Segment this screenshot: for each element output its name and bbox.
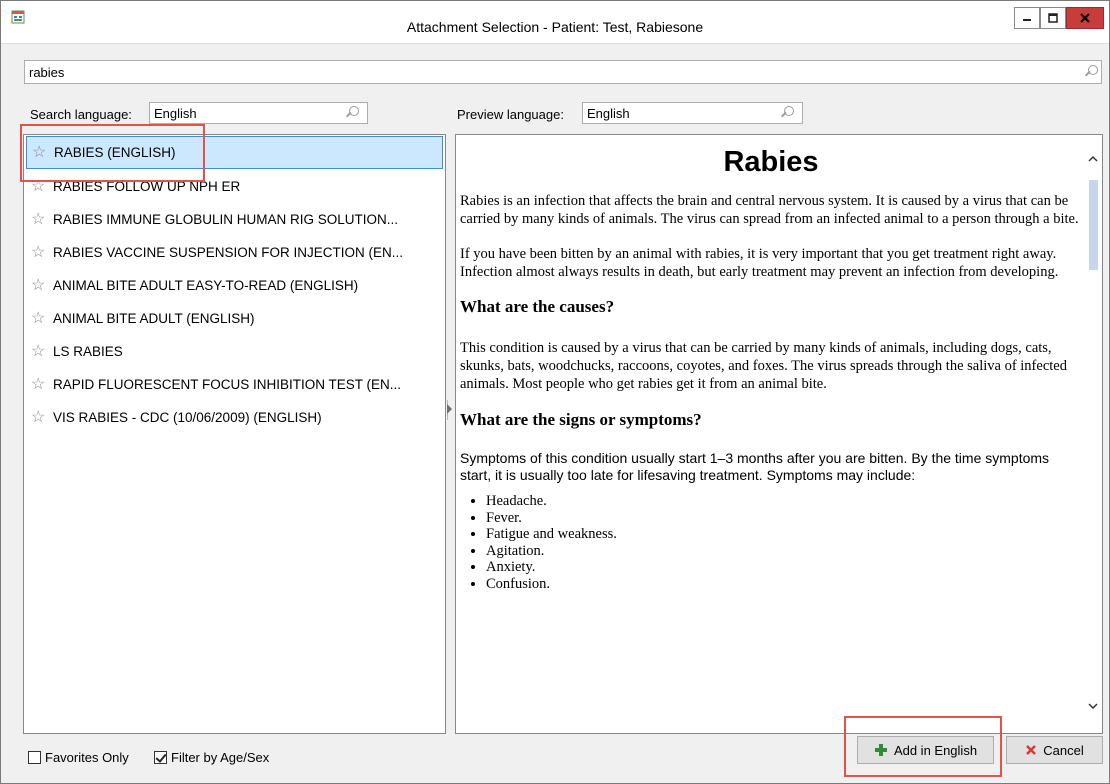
search-language-value: English xyxy=(154,106,197,121)
preview-title: Rabies xyxy=(723,146,819,178)
favorite-star-icon[interactable]: ☆ xyxy=(31,277,51,294)
list-item-label: LS RABIES xyxy=(53,344,123,359)
list-item[interactable]: ☆ ANIMAL BITE ADULT EASY-TO-READ (ENGLIS… xyxy=(26,269,443,302)
search-language-field[interactable]: English xyxy=(149,102,368,124)
favorite-star-icon[interactable]: ☆ xyxy=(31,178,51,195)
search-input-value: rabies xyxy=(29,65,65,80)
favorite-star-icon[interactable]: ☆ xyxy=(31,310,51,327)
favorite-star-icon[interactable]: ☆ xyxy=(32,144,52,161)
search-language-label: Search language: xyxy=(30,107,132,122)
collapse-arrow-icon[interactable] xyxy=(447,404,452,414)
filter-age-sex-label: Filter by Age/Sex xyxy=(171,750,270,765)
list-item-label: RABIES FOLLOW UP NPH ER xyxy=(53,179,241,194)
results-list[interactable]: ☆ RABIES (ENGLISH) ☆ RABIES FOLLOW UP NP… xyxy=(23,134,446,734)
scroll-down-icon[interactable] xyxy=(1087,700,1099,712)
cancel-x-icon xyxy=(1026,745,1037,755)
list-item[interactable]: ☆ RAPID FLUORESCENT FOCUS INHIBITION TES… xyxy=(26,368,443,401)
list-item-label: VIS RABIES - CDC (10/06/2009) (ENGLISH) xyxy=(53,410,322,425)
symptom-item: Fatigue and weakness. xyxy=(486,526,1082,543)
preview-language-search-icon[interactable] xyxy=(781,106,795,120)
close-button[interactable] xyxy=(1066,7,1104,29)
plus-icon xyxy=(874,744,887,756)
title-bar[interactable]: Attachment Selection - Patient: Test, Ra… xyxy=(1,1,1109,44)
cancel-button[interactable]: Cancel xyxy=(1006,736,1103,764)
preview-paragraph: If you have been bitten by an animal wit… xyxy=(460,246,1059,280)
pane-splitter[interactable] xyxy=(446,134,455,734)
search-language-search-icon[interactable] xyxy=(346,106,360,120)
symptom-item: Confusion. xyxy=(486,576,1082,593)
favorites-only-checkbox[interactable]: Favorites Only xyxy=(28,750,129,765)
minimize-button[interactable] xyxy=(1014,7,1040,29)
add-in-english-button[interactable]: Add in English xyxy=(857,736,994,764)
search-input[interactable]: rabies xyxy=(24,60,1102,84)
preview-heading-symptoms: What are the signs or symptoms? xyxy=(460,410,702,429)
list-item-label: RAPID FLUORESCENT FOCUS INHIBITION TEST … xyxy=(53,377,402,392)
list-item-label: RABIES IMMUNE GLOBULIN HUMAN RIG SOLUTIO… xyxy=(53,212,399,227)
list-item[interactable]: ☆ RABIES VACCINE SUSPENSION FOR INJECTIO… xyxy=(26,236,443,269)
symptom-item: Anxiety. xyxy=(486,559,1082,576)
list-item[interactable]: ☆ RABIES (ENGLISH) xyxy=(26,136,443,169)
maximize-icon xyxy=(1048,13,1058,23)
favorite-star-icon[interactable]: ☆ xyxy=(31,376,51,393)
preview-paragraph: Symptoms of this condition usually start… xyxy=(460,450,1050,483)
preview-document: Rabies Rabies is an infection that affec… xyxy=(460,135,1082,592)
preview-language-value: English xyxy=(587,106,630,121)
search-icon[interactable] xyxy=(1085,65,1099,79)
preview-language-field[interactable]: English xyxy=(582,102,803,124)
list-item[interactable]: ☆ VIS RABIES - CDC (10/06/2009) (ENGLISH… xyxy=(26,401,443,434)
symptom-item: Agitation. xyxy=(486,543,1082,560)
favorites-only-box[interactable] xyxy=(28,751,41,764)
close-icon xyxy=(1080,13,1090,23)
preview-heading-causes: What are the causes? xyxy=(460,297,615,316)
list-item[interactable]: ☆ LS RABIES xyxy=(26,335,443,368)
list-item-label: ANIMAL BITE ADULT (ENGLISH) xyxy=(53,311,255,326)
preview-scrollbar[interactable] xyxy=(1084,135,1102,733)
list-item[interactable]: ☆ ANIMAL BITE ADULT (ENGLISH) xyxy=(26,302,443,335)
favorite-star-icon[interactable]: ☆ xyxy=(31,244,51,261)
add-button-label: Add in English xyxy=(893,742,978,758)
list-item-label: RABIES (ENGLISH) xyxy=(54,145,176,160)
preview-language-label: Preview language: xyxy=(457,107,564,122)
list-item-label: RABIES VACCINE SUSPENSION FOR INJECTION … xyxy=(53,245,404,260)
list-item[interactable]: ☆ RABIES FOLLOW UP NPH ER xyxy=(26,170,443,203)
scrollbar-thumb[interactable] xyxy=(1089,180,1098,270)
symptom-item: Fever. xyxy=(486,510,1082,527)
list-item[interactable]: ☆ RABIES IMMUNE GLOBULIN HUMAN RIG SOLUT… xyxy=(26,203,443,236)
filter-age-sex-box[interactable] xyxy=(154,751,167,764)
favorite-star-icon[interactable]: ☆ xyxy=(31,409,51,426)
favorite-star-icon[interactable]: ☆ xyxy=(31,343,51,360)
preview-paragraph: Rabies is an infection that affects the … xyxy=(460,193,1079,227)
cancel-button-label: Cancel xyxy=(1043,742,1084,758)
symptoms-list: Headache. Fever. Fatigue and weakness. A… xyxy=(486,493,1082,592)
maximize-button[interactable] xyxy=(1040,7,1066,29)
minimize-icon xyxy=(1023,19,1031,21)
favorites-only-label: Favorites Only xyxy=(45,750,129,765)
symptom-item: Headache. xyxy=(486,493,1082,510)
scroll-up-icon[interactable] xyxy=(1087,153,1099,165)
preview-paragraph: This condition is caused by a virus that… xyxy=(460,340,1067,392)
filter-age-sex-checkbox[interactable]: Filter by Age/Sex xyxy=(154,750,269,765)
attachment-selection-window: Attachment Selection - Patient: Test, Ra… xyxy=(0,0,1110,784)
preview-pane[interactable]: Rabies Rabies is an infection that affec… xyxy=(455,134,1103,734)
favorite-star-icon[interactable]: ☆ xyxy=(31,211,51,228)
list-item-label: ANIMAL BITE ADULT EASY-TO-READ (ENGLISH) xyxy=(53,278,359,293)
window-title: Attachment Selection - Patient: Test, Ra… xyxy=(406,19,704,35)
